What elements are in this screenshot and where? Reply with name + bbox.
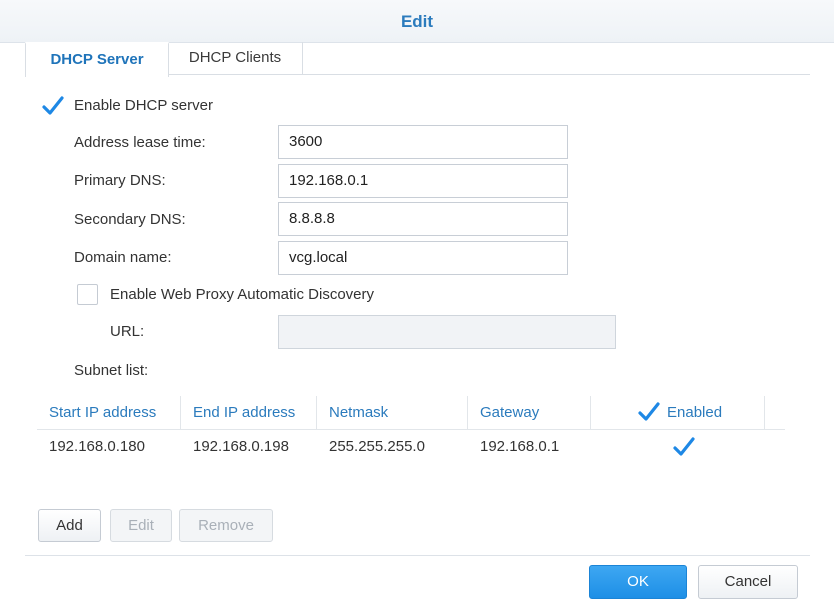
web-proxy-checkbox[interactable] [77,284,98,305]
secondary-dns-input[interactable]: 8.8.8.8 [278,202,568,236]
url-label: URL: [110,323,145,340]
domain-name-label: Domain name: [74,249,172,266]
primary-dns-input[interactable]: 192.168.0.1 [278,164,568,198]
cell-netmask: 255.255.255.0 [329,438,425,455]
cell-enabled [591,430,765,464]
lease-time-label: Address lease time: [74,134,206,151]
subnet-table: Start IP address End IP address Netmask … [37,396,785,464]
dialog-titlebar: Edit [0,0,834,43]
table-row[interactable]: 192.168.0.180 192.168.0.198 255.255.255.… [37,430,785,464]
header-enabled-checkbox[interactable] [637,400,661,424]
tab-dhcp-server[interactable]: DHCP Server [25,42,169,77]
domain-name-input[interactable]: vcg.local [278,241,568,275]
tab-bar: DHCP Server DHCP Clients [25,42,810,77]
column-header-netmask[interactable]: Netmask [317,396,468,429]
cancel-button[interactable]: Cancel [698,565,798,599]
enabled-header-label: Enabled [667,404,723,421]
subnet-table-header: Start IP address End IP address Netmask … [37,396,785,430]
row-enabled-checkbox[interactable] [672,435,696,459]
web-proxy-label: Enable Web Proxy Automatic Discovery [110,286,375,303]
checkmark-icon [673,437,695,456]
column-header-end-ip[interactable]: End IP address [181,396,317,429]
footer-divider [25,555,810,556]
checkmark-icon [638,402,660,421]
subnet-list-label: Subnet list: [74,362,149,379]
ok-button[interactable]: OK [589,565,687,599]
cell-end-ip: 192.168.0.198 [193,438,289,455]
edit-button[interactable]: Edit [110,509,172,542]
lease-time-input[interactable]: 3600 [278,125,568,159]
secondary-dns-label: Secondary DNS: [74,211,186,228]
column-header-enabled[interactable]: Enabled [591,396,765,429]
add-button[interactable]: Add [38,509,101,542]
column-header-gateway[interactable]: Gateway [468,396,591,429]
enable-dhcp-label: Enable DHCP server [74,97,213,114]
tab-dhcp-clients[interactable]: DHCP Clients [168,42,303,74]
primary-dns-label: Primary DNS: [74,172,166,189]
cell-gateway: 192.168.0.1 [480,438,560,455]
dialog-title: Edit [400,12,434,31]
checkmark-icon [42,96,64,115]
url-input[interactable] [278,315,616,349]
cell-start-ip: 192.168.0.180 [49,438,145,455]
column-header-start-ip[interactable]: Start IP address [37,396,181,429]
remove-button[interactable]: Remove [179,509,273,542]
enable-dhcp-checkbox[interactable] [41,96,64,116]
